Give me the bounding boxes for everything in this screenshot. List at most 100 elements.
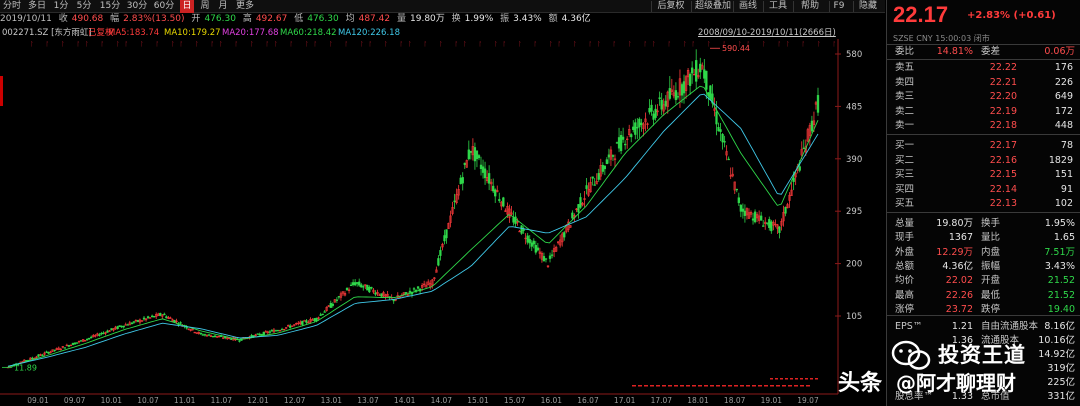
event-marker	[794, 385, 798, 387]
price-chart[interactable]: 580 485 390 295 200 105 09.01 09.07 10.01 10.07 11…	[0, 39, 885, 406]
change-value: 2.83%(13.50)	[123, 14, 185, 24]
candle-body	[329, 302, 332, 308]
candle-body	[654, 108, 657, 118]
candle-body	[548, 255, 552, 259]
period-9-button[interactable]: 月	[216, 0, 230, 13]
candle-body	[301, 320, 304, 325]
candle-body	[479, 164, 483, 170]
candle-body	[31, 357, 34, 360]
candle-body	[315, 317, 318, 321]
candle-body	[778, 226, 781, 233]
stat-value: 22.02	[945, 275, 973, 287]
x-tick-label: 10.01	[101, 396, 123, 405]
dividend-flag: ᛚ	[455, 41, 459, 48]
stat-label: 最高	[895, 289, 915, 301]
stat-value: 1.65	[1053, 232, 1075, 244]
dividend-flag: ᛚ	[597, 41, 601, 48]
ma-legend: 002271.SZ [东方雨虹] 已复权 MA5:183.74 MA10:179…	[0, 27, 885, 39]
event-marker	[650, 385, 654, 387]
period-1-button[interactable]: 多日	[26, 0, 48, 13]
candle-body	[116, 326, 119, 329]
candle-body	[810, 120, 814, 132]
candle-body	[658, 97, 661, 100]
toolbar-item-5-button[interactable]: F9	[832, 0, 846, 13]
period-0-button[interactable]: 分时	[2, 0, 22, 13]
candle-body	[735, 188, 738, 191]
open-label: 开	[191, 14, 201, 24]
candle-body	[323, 311, 326, 313]
candle-body	[502, 197, 505, 207]
x-tick-label: 18.07	[724, 396, 746, 405]
period-7-button[interactable]: 日	[180, 0, 194, 13]
stat-value: 12.29万	[936, 246, 973, 258]
candle-body	[467, 149, 470, 160]
y-tick-label: 390	[846, 155, 862, 165]
candle-body	[739, 204, 743, 212]
dividend-flag: ᛚ	[305, 41, 309, 48]
toolbar-separator	[853, 1, 854, 12]
candle-body	[280, 328, 284, 331]
ask-volume: 176	[1054, 62, 1073, 73]
period-10-button[interactable]: 更多	[234, 0, 256, 13]
bid-price: 22.17	[989, 140, 1017, 151]
period-5-button[interactable]: 30分	[126, 0, 148, 13]
candle-body	[179, 322, 182, 324]
candle-body	[90, 336, 93, 339]
toolbar-item-2-button[interactable]: 画线	[736, 0, 760, 13]
candle-body	[380, 293, 383, 297]
event-marker	[788, 385, 792, 387]
toolbar-item-0-button[interactable]: 后复权	[654, 0, 688, 13]
dividend-flag: ᛚ	[329, 41, 333, 48]
ask-label: 卖二	[895, 105, 915, 117]
candle-body	[47, 351, 50, 354]
period-4-button[interactable]: 15分	[98, 0, 122, 13]
candle-body	[276, 329, 280, 332]
candle-body	[526, 235, 529, 243]
divider	[887, 59, 1080, 60]
toolbar-item-3-button[interactable]: 工具	[766, 0, 790, 13]
period-6-button[interactable]: 60分	[152, 0, 176, 13]
dividend-flag: ᛚ	[125, 41, 129, 48]
event-marker	[810, 378, 813, 380]
dividend-flag: ᛚ	[439, 41, 443, 48]
event-marker	[770, 378, 773, 380]
toolbar-item-4-button[interactable]: 帮助	[796, 0, 824, 13]
ask-label: 卖三	[895, 91, 915, 102]
ask-volume: 448	[1054, 120, 1073, 131]
candle-body	[416, 286, 420, 289]
x-tick-label: 11.01	[174, 396, 196, 405]
dividend-flag: ᛚ	[140, 41, 144, 48]
candle-body	[203, 334, 207, 336]
candle-body	[360, 284, 363, 288]
candle-body	[579, 197, 582, 208]
candle-body	[603, 165, 606, 170]
x-tick-label: 13.01	[321, 396, 343, 405]
candle-body	[319, 314, 322, 316]
fund-value: 8.16亿	[1044, 321, 1075, 332]
candle-body	[571, 212, 574, 219]
toolbar-item-1-button[interactable]: 超级叠加	[694, 0, 732, 13]
candle-body	[453, 200, 456, 203]
period-8-button[interactable]: 周	[198, 0, 212, 13]
candle-body	[611, 155, 615, 157]
stat-label: 现手	[895, 232, 915, 244]
candle-body	[727, 158, 730, 161]
candle-body	[345, 288, 349, 291]
quote-date: 2019/10/11	[0, 14, 52, 24]
ask-price: 22.20	[989, 91, 1017, 102]
period-2-button[interactable]: 1分	[52, 0, 70, 13]
candle-body	[443, 235, 446, 242]
period-3-button[interactable]: 5分	[74, 0, 94, 13]
toolbar-item-6-button[interactable]: 隐藏	[856, 0, 880, 13]
candle-body	[437, 258, 440, 266]
candle-body	[41, 354, 44, 357]
candle-body	[173, 319, 176, 323]
candle-body	[439, 250, 442, 256]
y-tick-label: 580	[846, 50, 862, 60]
dividend-flag: ᛚ	[692, 41, 696, 48]
candle-body	[67, 345, 71, 347]
ask-label: 卖四	[895, 76, 915, 88]
dividend-flag: ᛚ	[290, 41, 294, 48]
date-range[interactable]: 2008/09/10-2019/10/11(2666日)	[698, 27, 836, 39]
ma120-legend: MA120:226.18	[338, 28, 400, 38]
